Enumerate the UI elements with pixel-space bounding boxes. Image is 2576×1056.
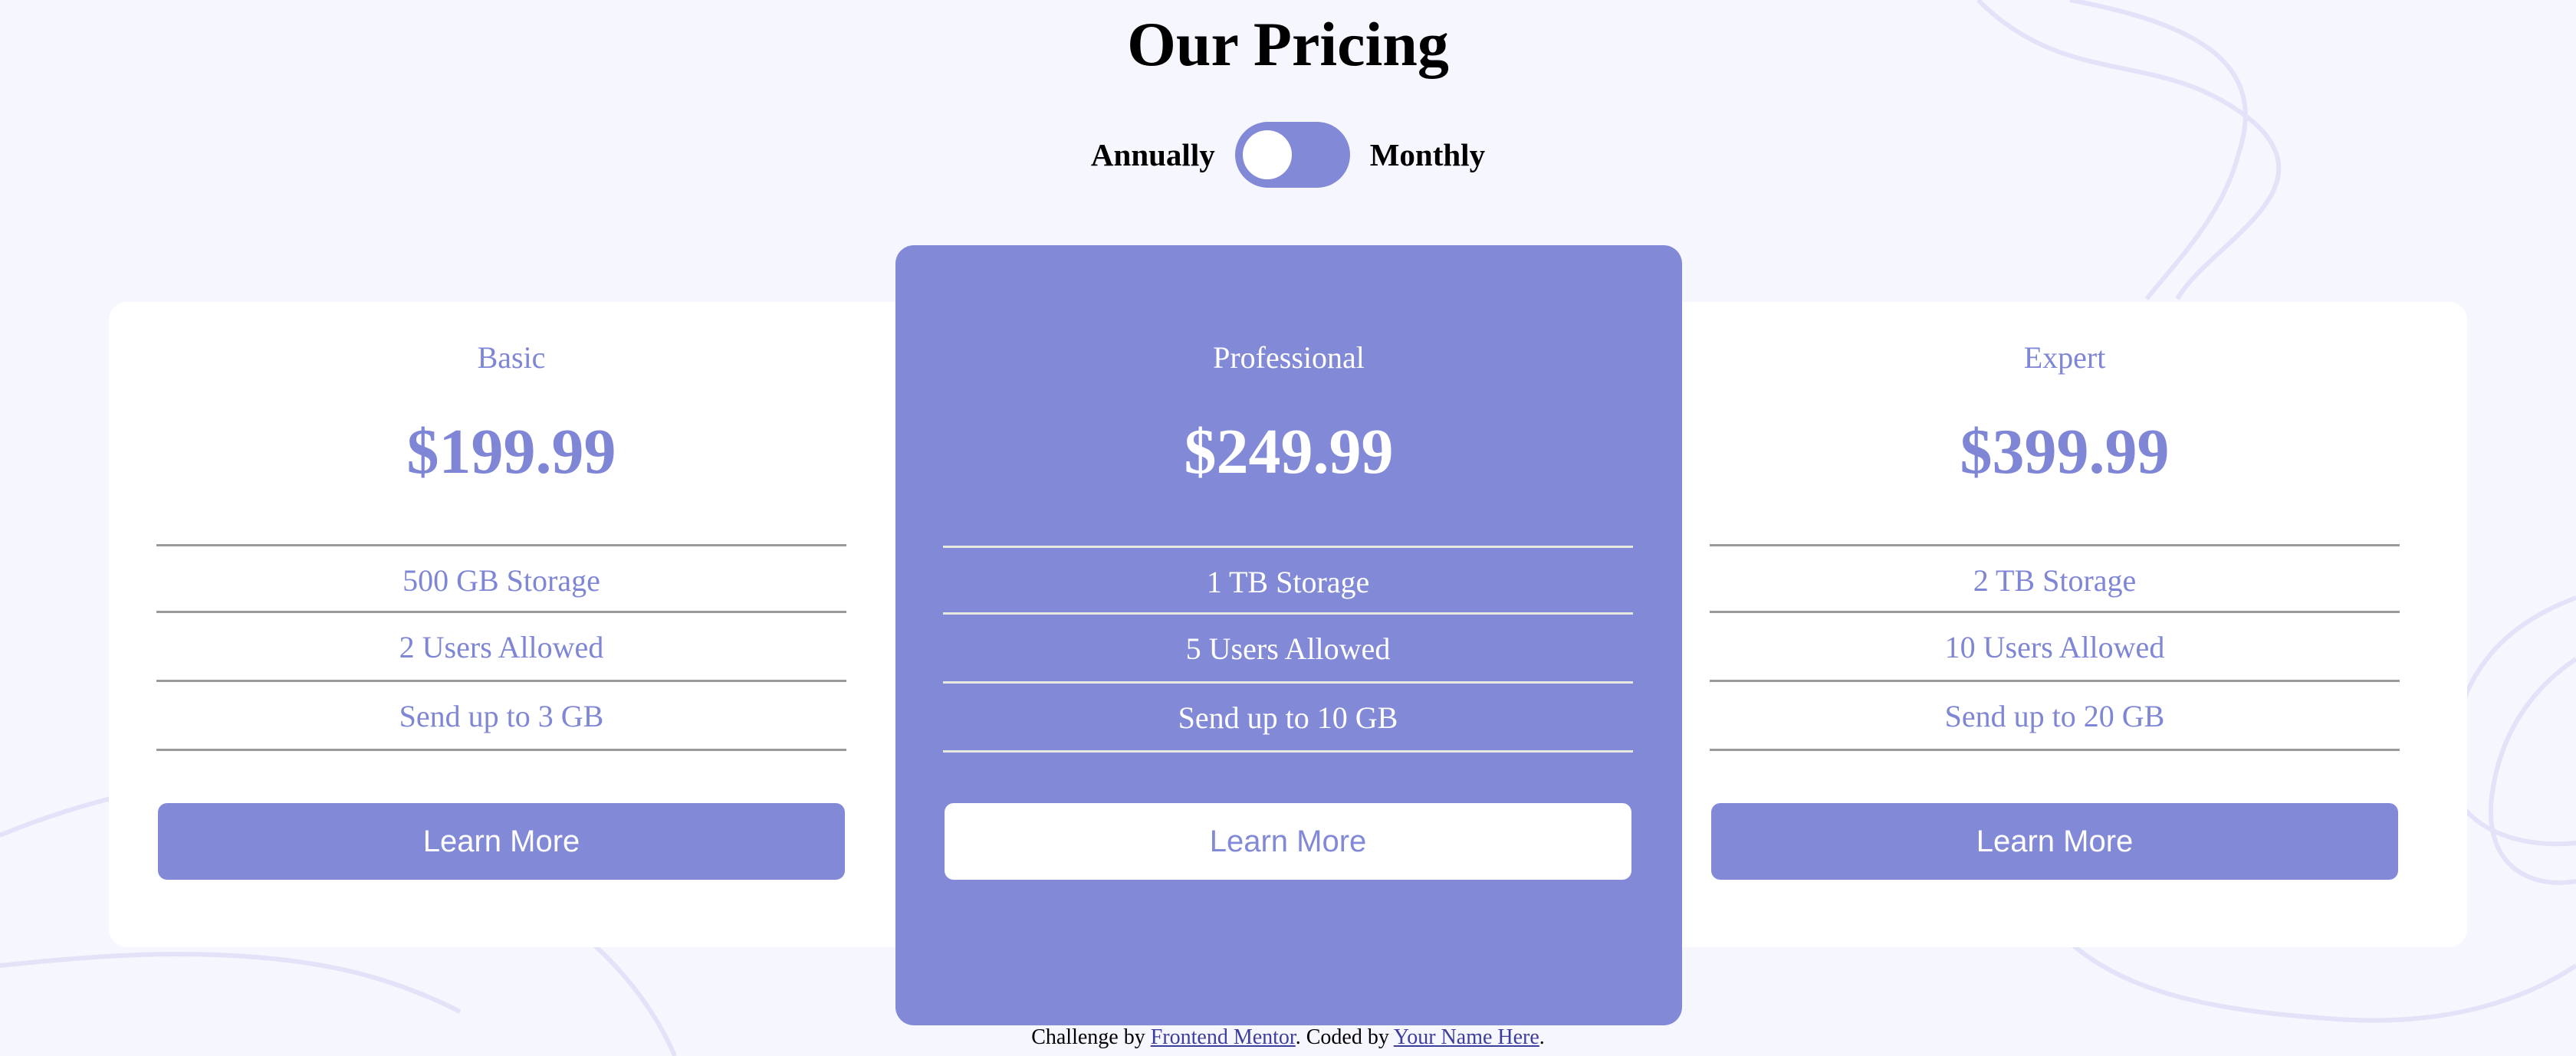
frontend-mentor-link[interactable]: Frontend Mentor (1151, 1025, 1296, 1049)
attribution-middle: . Coded by (1295, 1025, 1394, 1049)
pricing-card-expert: Expert $399.99 2 TB Storage 10 Users All… (1662, 302, 2467, 947)
toggle-knob[interactable] (1242, 130, 1292, 179)
plan-price: $399.99 (1960, 416, 2170, 487)
learn-more-button-professional[interactable]: Learn More (945, 803, 1631, 880)
plan-name: Basic (477, 340, 546, 375)
feature-list: 2 TB Storage 10 Users Allowed Send up to… (1710, 544, 2400, 751)
feature-list: 1 TB Storage 5 Users Allowed Send up to … (943, 546, 1633, 753)
billing-toggle-row: Annually Monthly (0, 121, 2576, 189)
author-link[interactable]: Your Name Here (1394, 1025, 1539, 1049)
monthly-label: Monthly (1369, 137, 1486, 172)
plan-name: Expert (2023, 340, 2106, 375)
annually-label: Annually (1090, 137, 1215, 172)
feature-users: 10 Users Allowed (1710, 613, 2400, 682)
pricing-card-professional: Professional $249.99 1 TB Storage 5 User… (895, 245, 1682, 1025)
feature-storage: 500 GB Storage (156, 544, 846, 613)
feature-storage: 1 TB Storage (943, 546, 1633, 615)
attribution-prefix: Challenge by (1031, 1025, 1151, 1049)
feature-users: 2 Users Allowed (156, 613, 846, 682)
feature-list: 500 GB Storage 2 Users Allowed Send up t… (156, 544, 846, 751)
plan-name: Professional (1213, 340, 1365, 375)
billing-toggle-switch[interactable] (1234, 122, 1350, 188)
attribution-suffix: . (1539, 1025, 1545, 1049)
feature-send-limit: Send up to 20 GB (1710, 682, 2400, 751)
plan-price: $249.99 (1184, 416, 1394, 487)
feature-send-limit: Send up to 10 GB (943, 684, 1633, 753)
plan-price: $199.99 (406, 416, 616, 487)
feature-storage: 2 TB Storage (1710, 544, 2400, 613)
page-title: Our Pricing (1127, 9, 1449, 79)
feature-users: 5 Users Allowed (943, 615, 1633, 684)
learn-more-button-expert[interactable]: Learn More (1711, 803, 2398, 880)
pricing-card-basic: Basic $199.99 500 GB Storage 2 Users All… (109, 302, 914, 947)
learn-more-button-basic[interactable]: Learn More (158, 803, 845, 880)
attribution-footer: Challenge by Frontend Mentor. Coded by Y… (0, 1022, 2576, 1053)
feature-send-limit: Send up to 3 GB (156, 682, 846, 751)
